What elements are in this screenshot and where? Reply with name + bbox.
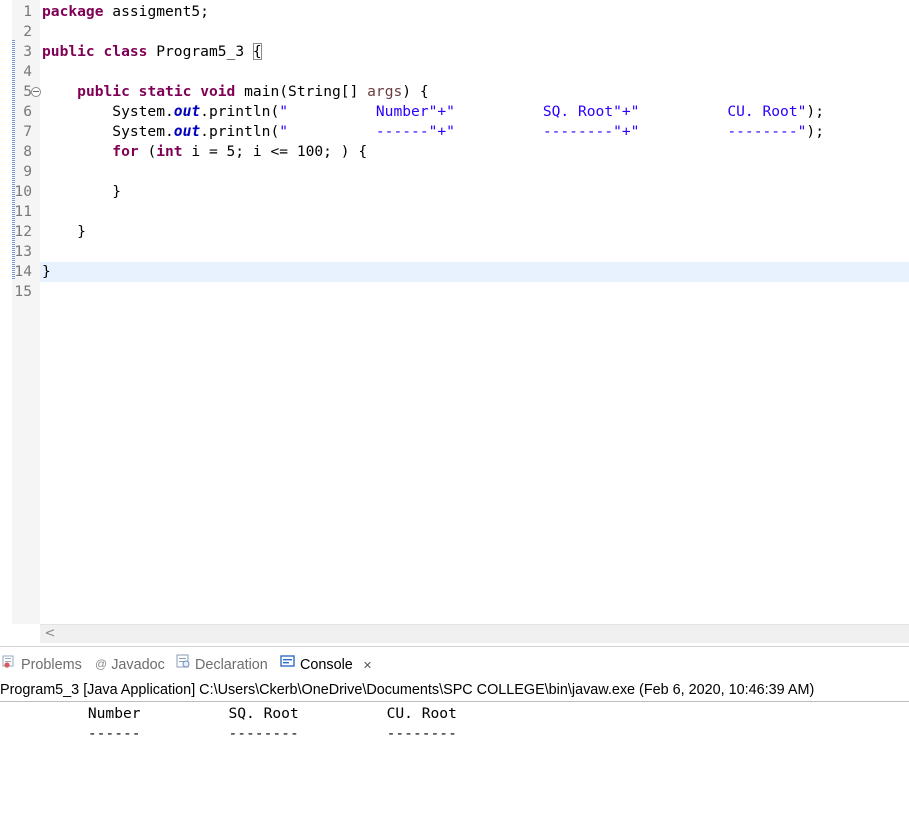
- code-line[interactable]: 12 }: [0, 222, 909, 242]
- line-number: 12: [14, 223, 32, 240]
- code-text[interactable]: }: [42, 262, 51, 282]
- code-token: }: [42, 183, 122, 200]
- line-number: 9: [23, 163, 32, 180]
- line-number: 15: [14, 283, 32, 300]
- code-line[interactable]: 10 }: [0, 182, 909, 202]
- code-token: " Number"+" SQ. Root"+" CU. Root": [279, 103, 807, 120]
- line-number: 3: [23, 43, 32, 60]
- tab-problems[interactable]: Problems: [2, 652, 82, 678]
- code-token: public: [77, 83, 130, 100]
- code-token: }: [42, 263, 51, 280]
- code-text[interactable]: System.out.println(" Number"+" SQ. Root"…: [42, 102, 824, 122]
- code-token: int: [156, 143, 183, 160]
- code-token: package: [42, 3, 104, 20]
- code-token: i = 5; i <= 100; ) {: [182, 143, 368, 160]
- tab-javadoc-label: Javadoc: [111, 657, 165, 673]
- scroll-left-arrow-icon[interactable]: <: [42, 625, 58, 643]
- code-token: ) {: [402, 83, 429, 100]
- code-text[interactable]: System.out.println(" ------"+" --------"…: [42, 122, 824, 142]
- code-token: args: [367, 83, 403, 100]
- code-line[interactable]: 9: [0, 162, 909, 182]
- code-line[interactable]: 4: [0, 62, 909, 82]
- line-number: 5: [23, 83, 32, 100]
- problems-icon: [2, 651, 17, 677]
- code-text[interactable]: }: [42, 182, 121, 202]
- tab-declaration-label: Declaration: [195, 657, 268, 673]
- code-line[interactable]: 15: [0, 282, 909, 302]
- line-number: 10: [14, 183, 32, 200]
- code-token: .println(: [200, 103, 280, 120]
- code-line[interactable]: 8 for (int i = 5; i <= 100; ) {: [0, 142, 909, 162]
- line-number: 13: [14, 243, 32, 260]
- line-number: 1: [23, 3, 32, 20]
- code-line[interactable]: 14}: [0, 262, 909, 282]
- code-text[interactable]: public class Program5_3 {: [42, 42, 262, 62]
- code-token: {: [252, 43, 262, 60]
- code-line[interactable]: 2: [0, 22, 909, 42]
- code-token: void: [200, 83, 236, 100]
- code-token: out: [173, 123, 201, 140]
- code-token: Program5_3: [147, 43, 253, 60]
- code-token: main(String[]: [235, 83, 368, 100]
- code-line[interactable]: 11: [0, 202, 909, 222]
- code-token: System.: [42, 123, 174, 140]
- code-token: public: [42, 43, 95, 60]
- fold-collapse-icon[interactable]: [31, 87, 41, 97]
- code-token: );: [806, 103, 824, 120]
- code-token: static: [138, 83, 192, 100]
- bottom-panel-tabs: Problems @ Javadoc Declaration Console ✕: [0, 652, 909, 678]
- panel-separator: [0, 646, 909, 647]
- code-editor[interactable]: 1 package assigment5; 2 3 public class Progr…: [0, 0, 909, 646]
- line-number: 11: [14, 203, 32, 220]
- code-text[interactable]: for (int i = 5; i <= 100; ) {: [42, 142, 367, 162]
- line-number: 2: [23, 23, 32, 40]
- tab-declaration[interactable]: Declaration: [176, 652, 268, 678]
- tab-console[interactable]: Console ✕: [280, 651, 379, 678]
- tab-console-label: Console: [300, 657, 353, 673]
- code-line[interactable]: 13: [0, 242, 909, 262]
- code-token: " ------"+" --------"+" --------": [279, 123, 807, 140]
- code-line[interactable]: 1 package assigment5;: [0, 2, 909, 22]
- code-token: );: [806, 123, 824, 140]
- line-number: 14: [14, 263, 32, 280]
- console-launch-description: Program5_3 [Java Application] C:\Users\C…: [0, 680, 909, 702]
- code-text[interactable]: }: [42, 222, 86, 242]
- line-number: 6: [23, 103, 32, 120]
- code-token: assigment5;: [103, 3, 209, 20]
- code-text[interactable]: package assigment5;: [42, 2, 209, 22]
- code-token: System.: [42, 103, 174, 120]
- line-number: 7: [23, 123, 32, 140]
- line-number: 4: [23, 63, 32, 80]
- code-line[interactable]: 6 System.out.println(" Number"+" SQ. Roo…: [0, 102, 909, 122]
- console-output-line: Number SQ. Root CU. Root: [0, 705, 457, 722]
- code-token: (: [138, 143, 157, 160]
- code-token: for: [112, 143, 139, 160]
- code-text[interactable]: public static void main(String[] args) {: [42, 82, 429, 102]
- line-number: 8: [23, 143, 32, 160]
- tab-problems-label: Problems: [21, 657, 82, 673]
- code-line[interactable]: 7 System.out.println(" ------"+" -------…: [0, 122, 909, 142]
- javadoc-at-icon: @: [95, 657, 108, 672]
- code-token: }: [42, 223, 86, 240]
- code-line[interactable]: 3 public class Program5_3 {: [0, 42, 909, 62]
- console-icon: [280, 651, 296, 677]
- code-line[interactable]: 5 public static void main(String[] args)…: [0, 82, 909, 102]
- code-token: .println(: [200, 123, 280, 140]
- code-token: out: [173, 103, 201, 120]
- close-tab-icon[interactable]: ✕: [363, 660, 372, 672]
- declaration-icon: [176, 651, 191, 677]
- code-token: class: [103, 43, 148, 60]
- console-output-line: ------ -------- --------: [0, 725, 457, 742]
- tab-javadoc[interactable]: @ Javadoc: [95, 652, 165, 678]
- horizontal-scrollbar[interactable]: <: [40, 624, 909, 643]
